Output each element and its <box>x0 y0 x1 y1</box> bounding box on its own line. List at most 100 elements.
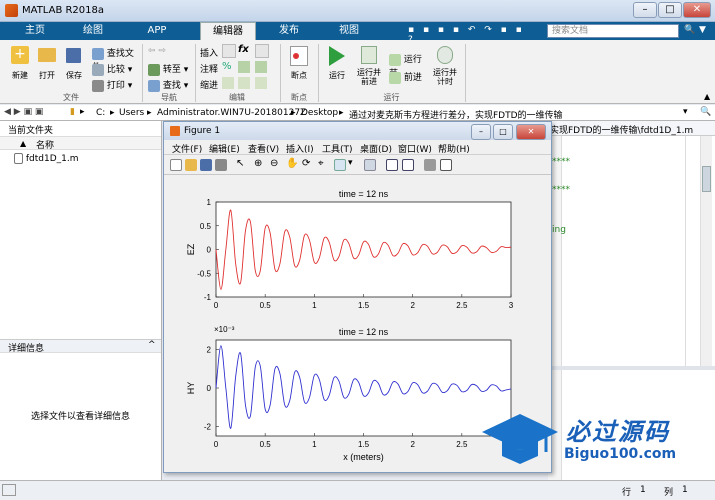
save-button[interactable]: 保存 <box>64 46 84 90</box>
y-axis-label: EZ <box>186 243 196 255</box>
run-section-icon <box>389 53 401 66</box>
tab-publish[interactable]: 发布 <box>266 22 312 40</box>
smart-indent-icon[interactable] <box>222 77 234 89</box>
rotate-icon[interactable]: ⟳ <box>302 158 310 169</box>
print-button[interactable]: 打印 ▾ <box>92 78 140 92</box>
menu-help[interactable]: 帮助(H) <box>438 142 470 155</box>
maximize-button[interactable]: □ <box>658 2 682 18</box>
open-file-icon[interactable] <box>185 159 197 171</box>
data-cursor-icon[interactable]: ⌖ <box>318 158 324 169</box>
chevron-down-icon[interactable]: ▾ <box>683 107 688 117</box>
search-docs-input[interactable]: 搜索文档 <box>547 24 679 38</box>
legend-icon[interactable] <box>402 159 414 171</box>
tab-apps[interactable]: APP <box>134 22 180 40</box>
run-button[interactable]: 运行 <box>324 46 350 90</box>
zoom-in-icon[interactable]: ⊕ <box>254 158 262 169</box>
menu-insert[interactable]: 插入(I) <box>286 142 314 155</box>
run-section-button[interactable]: 运行节 <box>389 52 429 79</box>
pan-icon[interactable]: ✋ <box>286 158 298 169</box>
editor-scrollbar[interactable] <box>700 136 712 366</box>
crumb-users[interactable]: Users <box>119 108 144 118</box>
x-tick-label: 0 <box>214 440 219 449</box>
minimize-button[interactable]: – <box>633 2 657 18</box>
quick-access-toolbar[interactable]: ▪ ▪ ▪ ▪ ↶ ↷ ▪ ▪ ? <box>408 25 538 45</box>
x-tick-label: 0 <box>214 301 219 310</box>
address-bar[interactable]: ◀ ▶ ▣ ▣ ▮ ▸ C: ▸ Users ▸ Administrator.W… <box>0 105 715 121</box>
menu-tools[interactable]: 工具(T) <box>322 142 353 155</box>
search-icon[interactable]: 🔍 <box>700 107 711 117</box>
new-button[interactable]: + 新建 <box>10 46 30 90</box>
goto-button[interactable]: 转至 ▾ <box>148 62 194 76</box>
find-files-button[interactable]: 查找文件 <box>92 46 140 73</box>
decrease-indent-icon[interactable] <box>255 77 267 89</box>
fx-button[interactable]: fx <box>238 44 249 55</box>
crumb-admin[interactable]: Administrator.WIN7U-20180127Z <box>157 108 306 118</box>
y-tick-label: 0.5 <box>200 222 212 231</box>
figure-maximize-button[interactable]: □ <box>493 124 513 140</box>
run-time-button[interactable]: 运行并 计时 <box>430 46 460 92</box>
link-plot-icon[interactable] <box>364 159 376 171</box>
compare-button[interactable]: 比较 ▾ <box>92 62 140 76</box>
menu-view[interactable]: 查看(V) <box>248 142 279 155</box>
chart-title: time = 12 ns <box>339 189 389 199</box>
code-snippet: **** <box>552 157 570 167</box>
wrap-comment-icon[interactable] <box>238 61 250 73</box>
zoom-out-icon[interactable]: ⊖ <box>270 158 278 169</box>
details-header[interactable]: 详细信息 ^ <box>0 339 161 354</box>
chevron-down-icon[interactable]: ▾ <box>348 158 353 168</box>
nav-arrows[interactable]: ⇦ ⇨ <box>148 46 188 58</box>
advance-button[interactable]: 前进 <box>389 70 429 84</box>
menu-file[interactable]: 文件(F) <box>172 142 202 155</box>
chevron-up-icon[interactable]: ^ <box>148 340 156 350</box>
hide-tools-icon[interactable] <box>424 159 436 171</box>
run-advance-button[interactable]: 运行并 前进 <box>354 46 384 92</box>
increase-indent-icon[interactable] <box>238 77 250 89</box>
menu-edit[interactable]: 编辑(E) <box>209 142 240 155</box>
column-name[interactable]: 名称 <box>36 138 54 151</box>
save-icon[interactable] <box>200 159 212 171</box>
function-icon[interactable] <box>255 44 269 58</box>
menu-desktop[interactable]: 桌面(D) <box>360 142 392 155</box>
percent-comment-icon[interactable]: % <box>222 61 232 72</box>
new-figure-icon[interactable] <box>170 159 182 171</box>
close-button[interactable]: ✕ <box>683 2 711 18</box>
uncomment-icon[interactable] <box>255 61 267 73</box>
menu-window[interactable]: 窗口(W) <box>398 142 432 155</box>
plus-icon: + <box>11 46 29 64</box>
breakpoints-button[interactable]: 断点 <box>285 46 313 90</box>
tab-view[interactable]: 视图 <box>326 22 372 40</box>
tab-editor[interactable]: 编辑器 <box>200 22 256 40</box>
print-icon[interactable] <box>215 159 227 171</box>
figure-titlebar[interactable]: Figure 1 – □ ✕ <box>164 122 551 140</box>
open-button[interactable]: 打开 <box>37 46 57 90</box>
x-axis-label: x (meters) <box>343 452 384 462</box>
find-button[interactable]: 查找 ▾ <box>148 78 194 92</box>
x-tick-label: 1.5 <box>358 440 370 449</box>
x-tick-label: 2 <box>410 440 415 449</box>
figure-close-button[interactable]: ✕ <box>516 124 546 140</box>
folder-icon: ▮ <box>70 107 75 117</box>
column-header[interactable]: ▲ 名称 <box>0 136 161 151</box>
tab-home[interactable]: 主页 <box>12 22 58 40</box>
collapse-ribbon-icon[interactable]: ▲ <box>704 92 710 101</box>
run-advance-icon <box>361 46 377 64</box>
chevron-down-icon[interactable]: ▼ <box>699 25 706 35</box>
file-item[interactable]: fdtd1D_1.m <box>14 153 134 165</box>
pointer-icon[interactable]: ↖ <box>236 158 244 169</box>
divider <box>465 44 466 102</box>
colorbar-icon[interactable] <box>386 159 398 171</box>
chart-title: time = 12 ns <box>339 327 389 337</box>
crumb-drive[interactable]: C: <box>96 108 105 118</box>
show-tools-icon[interactable] <box>440 159 452 171</box>
crumb-desktop[interactable]: Desktop <box>301 108 338 118</box>
insert-icon[interactable] <box>222 44 236 58</box>
tab-plots[interactable]: 绘图 <box>70 22 116 40</box>
crumb-current-folder[interactable]: 通过对麦克斯韦方程进行差分，实现FDTD的一维传输 <box>349 108 563 121</box>
search-icon[interactable]: 🔍 <box>684 25 695 35</box>
splitter[interactable] <box>548 366 715 370</box>
sort-icon: ▲ <box>20 139 27 148</box>
figure-minimize-button[interactable]: – <box>471 124 491 140</box>
back-forward-icon[interactable]: ◀ ▶ ▣ ▣ <box>4 107 43 117</box>
brush-icon[interactable] <box>334 159 346 171</box>
editor-tab[interactable]: 实现FDTD的一维传输\fdtd1D_1.m <box>548 121 715 136</box>
